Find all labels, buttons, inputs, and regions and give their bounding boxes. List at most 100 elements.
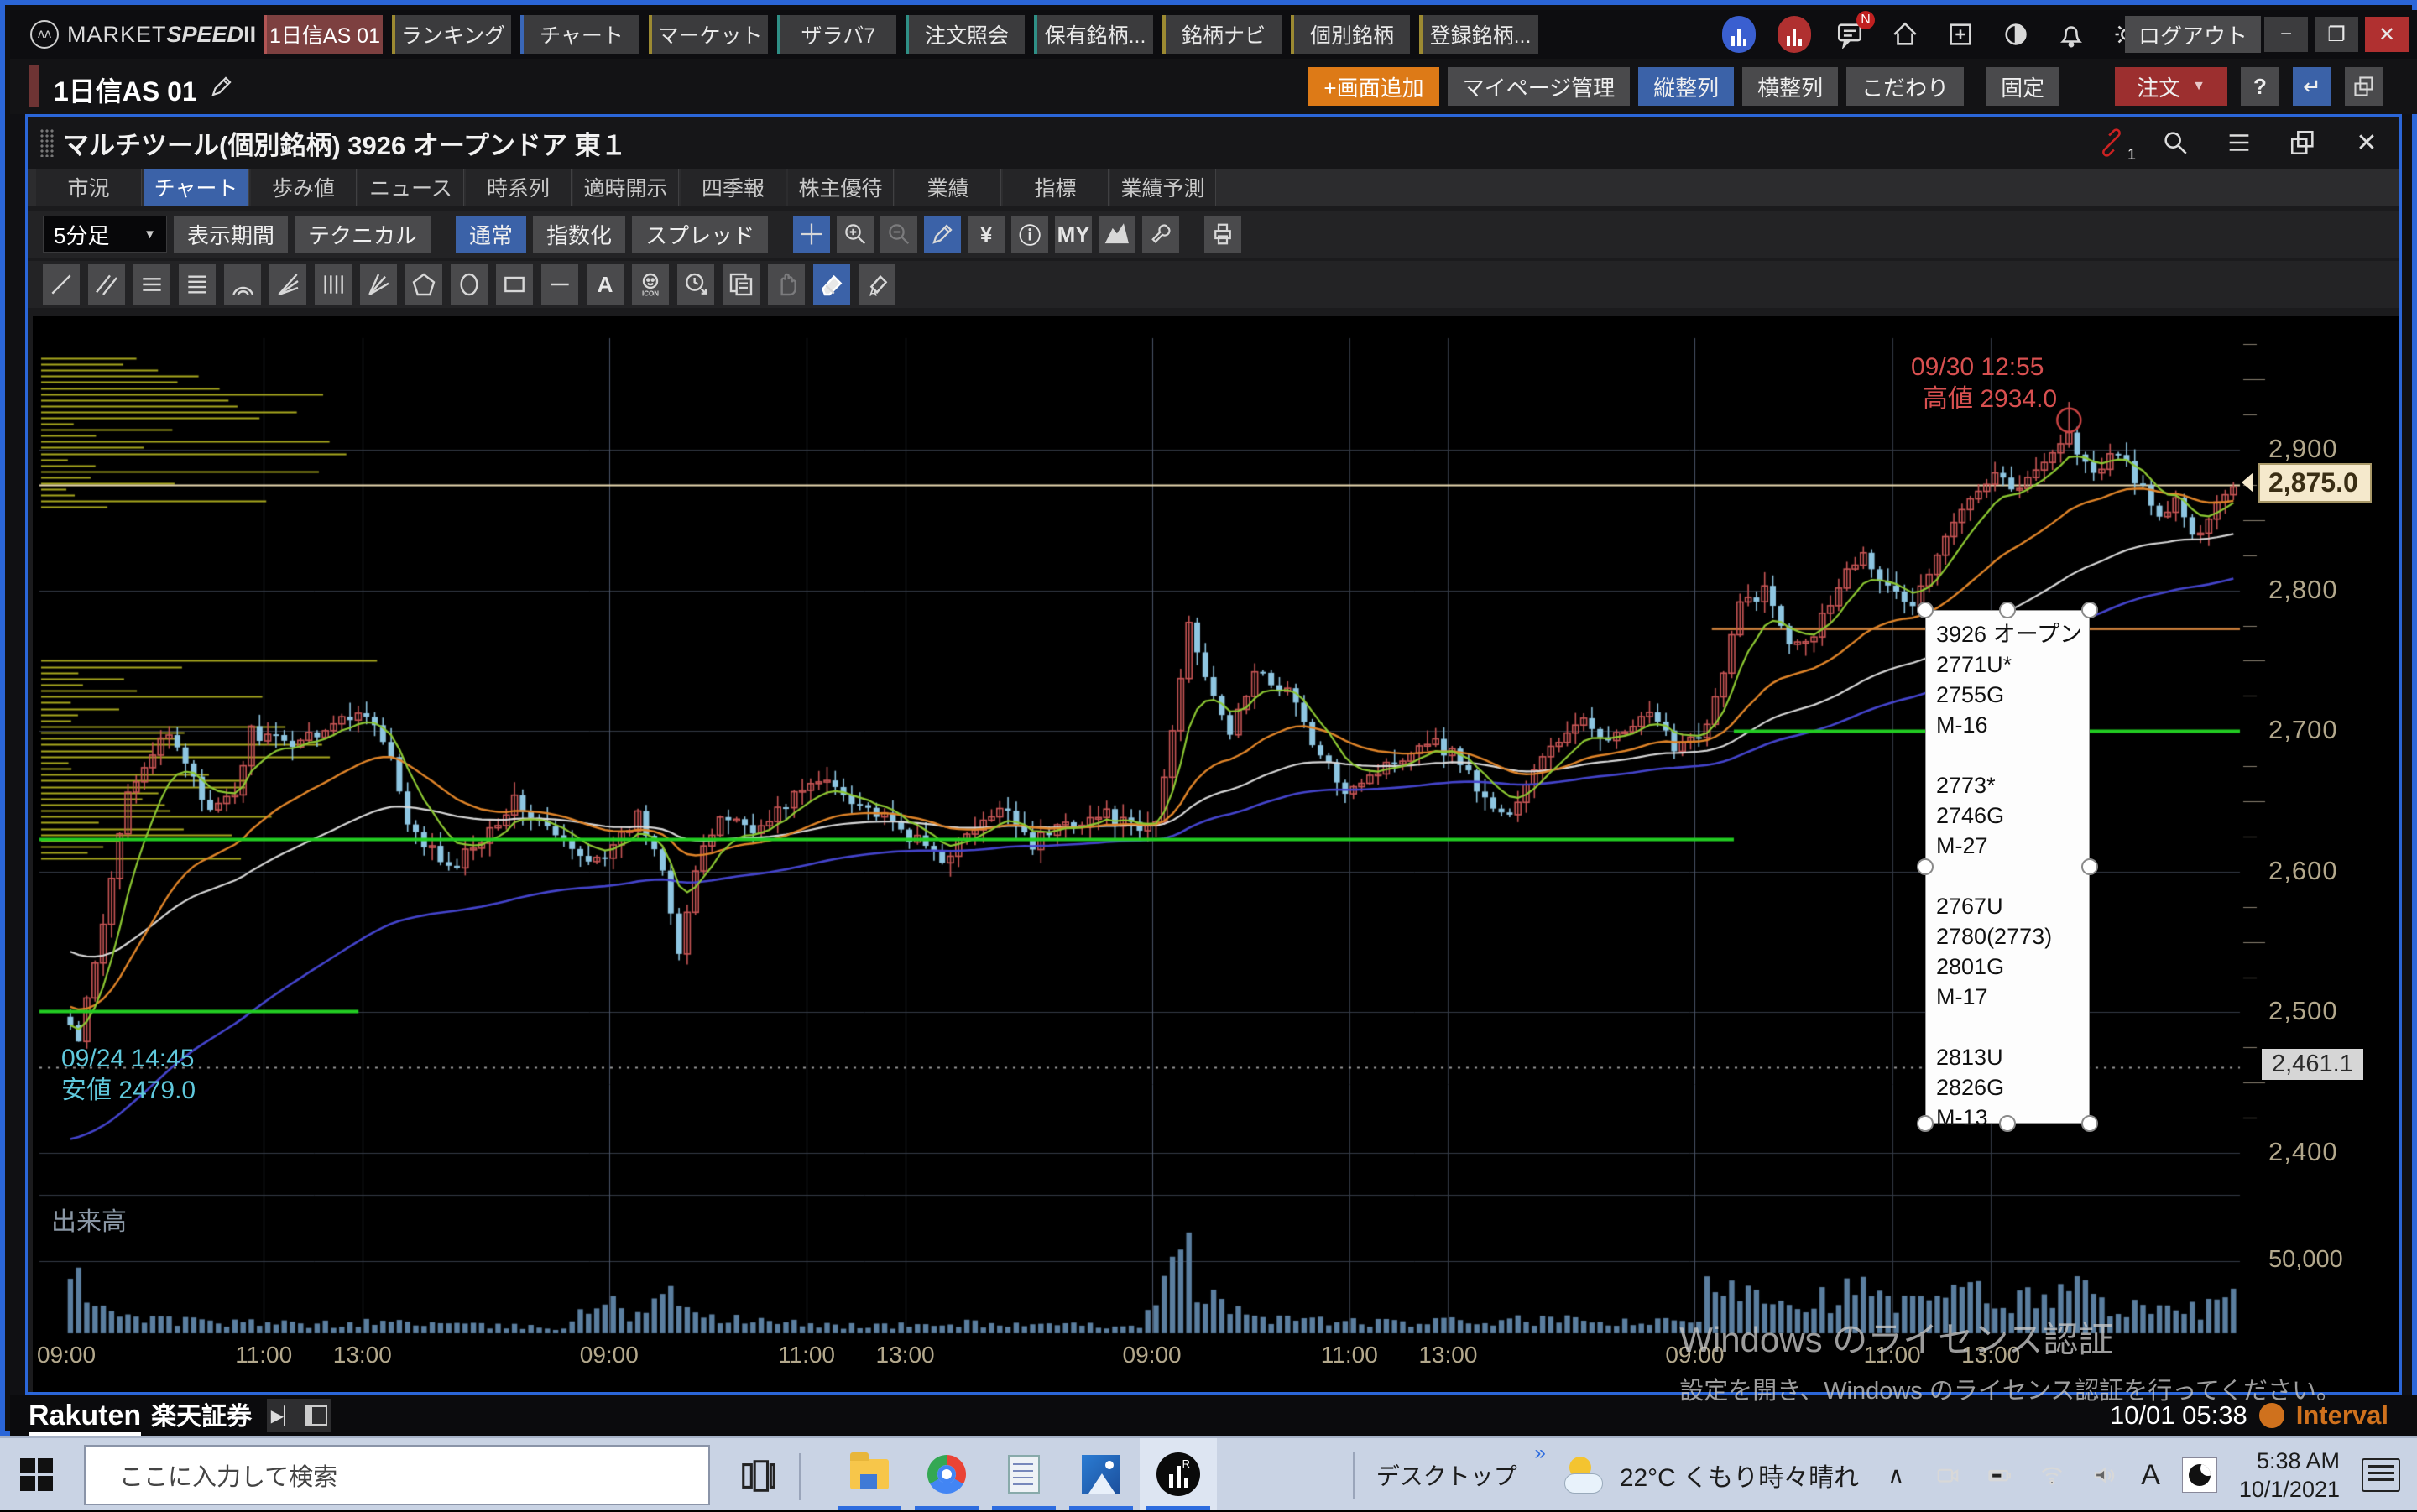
top-tab-4[interactable]: ザラバ7 (777, 15, 896, 54)
horizontal-lines-tool[interactable] (133, 264, 170, 305)
align-vertical-button[interactable]: 縦整列 (1638, 67, 1734, 106)
time-mark-tool[interactable] (677, 264, 714, 305)
marketspeed-red-icon[interactable] (1778, 16, 1811, 53)
order-button[interactable]: 注文▼ (2115, 67, 2227, 106)
add-screen-button[interactable]: +画面追加 (1308, 67, 1438, 106)
multitool-titlebar[interactable]: マルチツール(個別銘柄) 3926 オープンドア 東１ 1✕ (28, 117, 2399, 169)
ellipse-tool[interactable] (451, 264, 488, 305)
erase-all-tool[interactable]: A (859, 264, 895, 305)
multitool-tab-1[interactable]: チャート (144, 169, 249, 206)
top-tab-5[interactable]: 注文照会 (906, 15, 1025, 54)
photos-button[interactable] (1062, 1438, 1140, 1510)
normal-mode-button[interactable]: 通常 (456, 216, 526, 253)
multitool-tab-7[interactable]: 株主優待 (788, 169, 894, 206)
gann-line-tool[interactable] (360, 264, 397, 305)
top-tab-3[interactable]: マーケット (649, 15, 768, 54)
logout-button[interactable]: ログアウト (2125, 16, 2261, 53)
top-tab-7[interactable]: 銘柄ナビ (1162, 15, 1282, 54)
top-tab-8[interactable]: 個別銘柄 (1291, 15, 1410, 54)
file-explorer-button[interactable] (831, 1438, 908, 1510)
panel-toggle-button[interactable]: ▶▏ (267, 1399, 331, 1432)
news-bubble-icon[interactable]: N (1833, 18, 1866, 51)
eraser-tool[interactable] (813, 264, 850, 305)
area-chart-icon[interactable] (1099, 216, 1135, 253)
chart-note-annotation[interactable]: 3926 オープン2771U*2755GM-162773*2746GM-2727… (1925, 610, 2090, 1124)
selection-handle[interactable] (2081, 1115, 2098, 1132)
ime-mode-letter[interactable]: A (2141, 1459, 2160, 1492)
pin-button[interactable]: 固定 (1986, 67, 2059, 106)
help-button[interactable]: ? (2241, 67, 2279, 106)
top-tab-6[interactable]: 保有銘柄... (1034, 15, 1153, 54)
restore-button[interactable]: ❐ (2315, 17, 2358, 52)
fibonacci-arc-tool[interactable] (224, 264, 261, 305)
crosshair-icon[interactable] (793, 216, 830, 253)
desktop-toolbar[interactable]: デスクトップ » (1376, 1458, 1517, 1492)
restore-window-icon[interactable] (2284, 123, 2322, 162)
top-tab-9[interactable]: 登録銘柄... (1419, 15, 1538, 54)
selection-handle[interactable] (1917, 602, 1934, 618)
zoom-out-icon[interactable] (880, 216, 917, 253)
multitool-tab-6[interactable]: 四季報 (681, 169, 786, 206)
add-window-icon[interactable] (1944, 18, 1977, 51)
multitool-tab-10[interactable]: 業績予測 (1110, 169, 1216, 206)
zoom-in-icon[interactable] (837, 216, 874, 253)
align-horizontal-button[interactable]: 横整列 (1742, 67, 1838, 106)
notification-center-icon[interactable] (2362, 1458, 2400, 1492)
my-indicator-icon[interactable]: MY (1055, 216, 1092, 253)
task-view-button[interactable] (739, 1457, 777, 1495)
wifi-icon[interactable] (2037, 1460, 2067, 1490)
selection-handle[interactable] (2081, 602, 2098, 618)
period-select[interactable]: 5分足▼ (43, 216, 167, 253)
horizontal-segment-tool[interactable] (541, 264, 578, 305)
multitool-tab-2[interactable]: 歩み値 (251, 169, 357, 206)
link-symbol-icon[interactable]: 1 (2092, 123, 2131, 162)
weather-widget[interactable]: 22°C くもり時々晴れ (1564, 1457, 1859, 1494)
top-tab-0[interactable]: 1日信AS 01 (264, 15, 383, 54)
copy-drawing-tool[interactable] (723, 264, 760, 305)
support-arrow-button[interactable]: ↵ (2293, 67, 2331, 106)
top-tab-2[interactable]: チャート (520, 15, 639, 54)
minimize-button[interactable]: − (2264, 17, 2308, 52)
technical-button[interactable]: テクニカル (295, 216, 431, 253)
window-menu-icon[interactable] (2220, 123, 2258, 162)
selection-handle[interactable] (1917, 858, 1934, 875)
trend-line-tool[interactable] (43, 264, 80, 305)
meet-now-icon[interactable] (1933, 1460, 1963, 1490)
taskbar-search-input[interactable]: ここに入力して検索 (84, 1445, 710, 1505)
selection-handle[interactable] (1999, 1115, 2016, 1132)
kodawari-button[interactable]: こだわり (1846, 67, 1964, 106)
top-tab-1[interactable]: ランキング (392, 15, 511, 54)
indexed-mode-button[interactable]: 指数化 (533, 216, 625, 253)
close-button[interactable]: ✕ (2365, 17, 2409, 52)
home-icon[interactable] (1888, 18, 1922, 51)
hand-drag-tool[interactable] (768, 264, 805, 305)
ime-icon[interactable] (2182, 1457, 2217, 1493)
multitool-tab-4[interactable]: 時系列 (466, 169, 572, 206)
speaker-icon[interactable] (2089, 1460, 2119, 1490)
multitool-tab-8[interactable]: 業績 (895, 169, 1001, 206)
info-icon[interactable]: ⓘ (1011, 216, 1048, 253)
start-button[interactable] (20, 1458, 54, 1492)
multitool-tab-9[interactable]: 指標 (1003, 169, 1109, 206)
drag-handle-icon[interactable] (39, 128, 55, 157)
hidden-icons-caret[interactable]: ∧ (1881, 1460, 1911, 1490)
marketspeed-blue-icon[interactable] (1722, 16, 1756, 53)
dense-horizontal-lines-tool[interactable] (179, 264, 216, 305)
battery-icon[interactable] (1985, 1460, 2015, 1490)
settings-wrench-icon[interactable] (1142, 216, 1179, 253)
text-tool[interactable]: A (587, 264, 624, 305)
spread-mode-button[interactable]: スプレッド (632, 216, 768, 253)
selection-handle[interactable] (2081, 858, 2098, 875)
fan-line-tool[interactable] (269, 264, 306, 305)
multitool-tab-5[interactable]: 適時開示 (573, 169, 679, 206)
yen-display-icon[interactable]: ¥ (968, 216, 1005, 253)
selection-handle[interactable] (1917, 1115, 1934, 1132)
vertical-lines-tool[interactable] (315, 264, 352, 305)
chrome-button[interactable] (908, 1438, 985, 1510)
mypage-manage-button[interactable]: マイページ管理 (1448, 67, 1630, 106)
symbol-search-icon[interactable] (2156, 123, 2195, 162)
pentagon-tool[interactable] (405, 264, 442, 305)
multitool-tab-0[interactable]: 市況 (36, 169, 142, 206)
edit-pencil-icon[interactable] (209, 74, 234, 106)
chevron-icon[interactable]: » (1534, 1442, 1545, 1465)
